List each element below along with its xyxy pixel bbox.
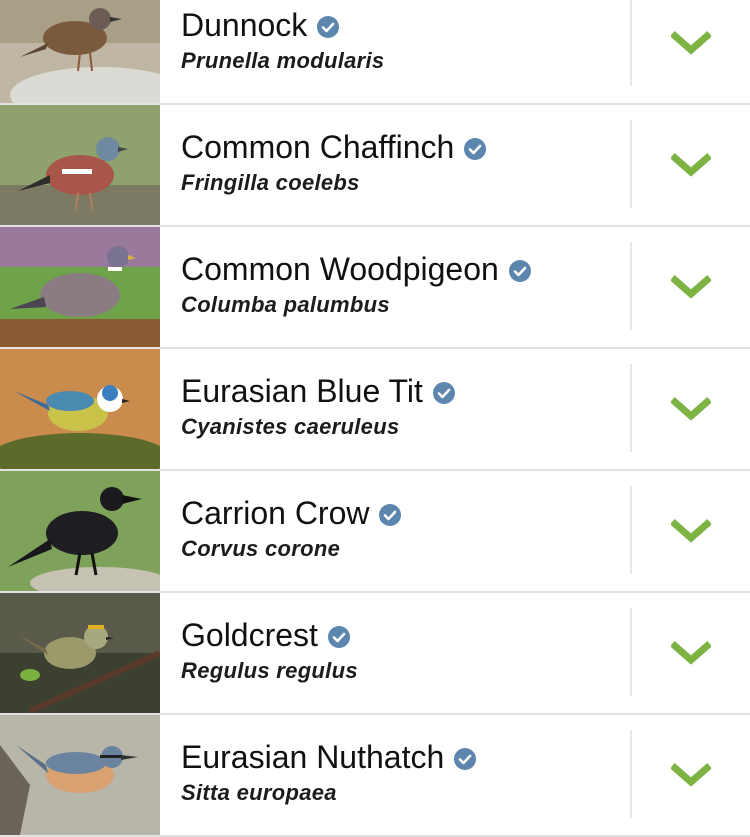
list-item[interactable]: Dunnock Prunella modularis (0, 0, 750, 105)
expand-button[interactable] (632, 593, 750, 713)
chevron-down-icon (671, 397, 711, 421)
bird-common-name: Carrion Crow (181, 495, 370, 531)
verified-check-icon (379, 504, 402, 526)
expand-button[interactable] (632, 227, 750, 347)
verified-check-icon (508, 260, 531, 282)
bird-scientific-name: Columba palumbus (181, 292, 390, 317)
expand-button[interactable] (632, 471, 750, 591)
bird-photo-dunnock (0, 0, 160, 103)
verified-check-icon (317, 16, 340, 38)
verified-check-icon (432, 382, 455, 404)
expand-button[interactable] (632, 715, 750, 835)
chevron-down-icon (671, 763, 711, 787)
expand-button[interactable] (632, 349, 750, 469)
verified-check-icon (464, 138, 487, 160)
list-item[interactable]: Common Chaffinch Fringilla coelebs (0, 105, 750, 227)
verified-check-icon (327, 626, 350, 648)
bird-common-name: Goldcrest (181, 617, 318, 653)
expand-button[interactable] (632, 105, 750, 225)
list-item[interactable]: Common Woodpigeon Columba palumbus (0, 227, 750, 349)
bird-scientific-name: Sitta europaea (181, 780, 337, 805)
bird-photo-eurasian-nuthatch (0, 715, 160, 835)
bird-scientific-name: Regulus regulus (181, 658, 358, 683)
chevron-down-icon (671, 31, 711, 55)
bird-common-name: Dunnock (181, 7, 308, 43)
bird-scientific-name: Corvus corone (181, 536, 341, 561)
bird-scientific-name: Prunella modularis (181, 48, 385, 73)
bird-photo-common-woodpigeon (0, 227, 160, 347)
bird-common-name: Common Woodpigeon (181, 251, 499, 287)
bird-photo-goldcrest (0, 593, 160, 713)
bird-common-name: Common Chaffinch (181, 129, 455, 165)
list-item[interactable]: Goldcrest Regulus regulus (0, 593, 750, 715)
verified-check-icon (454, 748, 477, 770)
chevron-down-icon (671, 153, 711, 177)
chevron-down-icon (671, 641, 711, 665)
list-item[interactable]: Eurasian Nuthatch Sitta europaea (0, 715, 750, 837)
bird-photo-common-chaffinch (0, 105, 160, 225)
bird-common-name: Eurasian Blue Tit (181, 373, 423, 409)
expand-button[interactable] (632, 0, 750, 103)
list-item[interactable]: Carrion Crow Corvus corone (0, 471, 750, 593)
chevron-down-icon (671, 275, 711, 299)
bird-scientific-name: Fringilla coelebs (181, 170, 360, 195)
bird-photo-eurasian-blue-tit (0, 349, 160, 469)
bird-photo-carrion-crow (0, 471, 160, 591)
bird-list: Dunnock Prunella modularis Common Chaffi… (0, 0, 750, 837)
chevron-down-icon (671, 519, 711, 543)
bird-common-name: Eurasian Nuthatch (181, 739, 445, 775)
list-item[interactable]: Eurasian Blue Tit Cyanistes caeruleus (0, 349, 750, 471)
bird-scientific-name: Cyanistes caeruleus (181, 414, 400, 439)
